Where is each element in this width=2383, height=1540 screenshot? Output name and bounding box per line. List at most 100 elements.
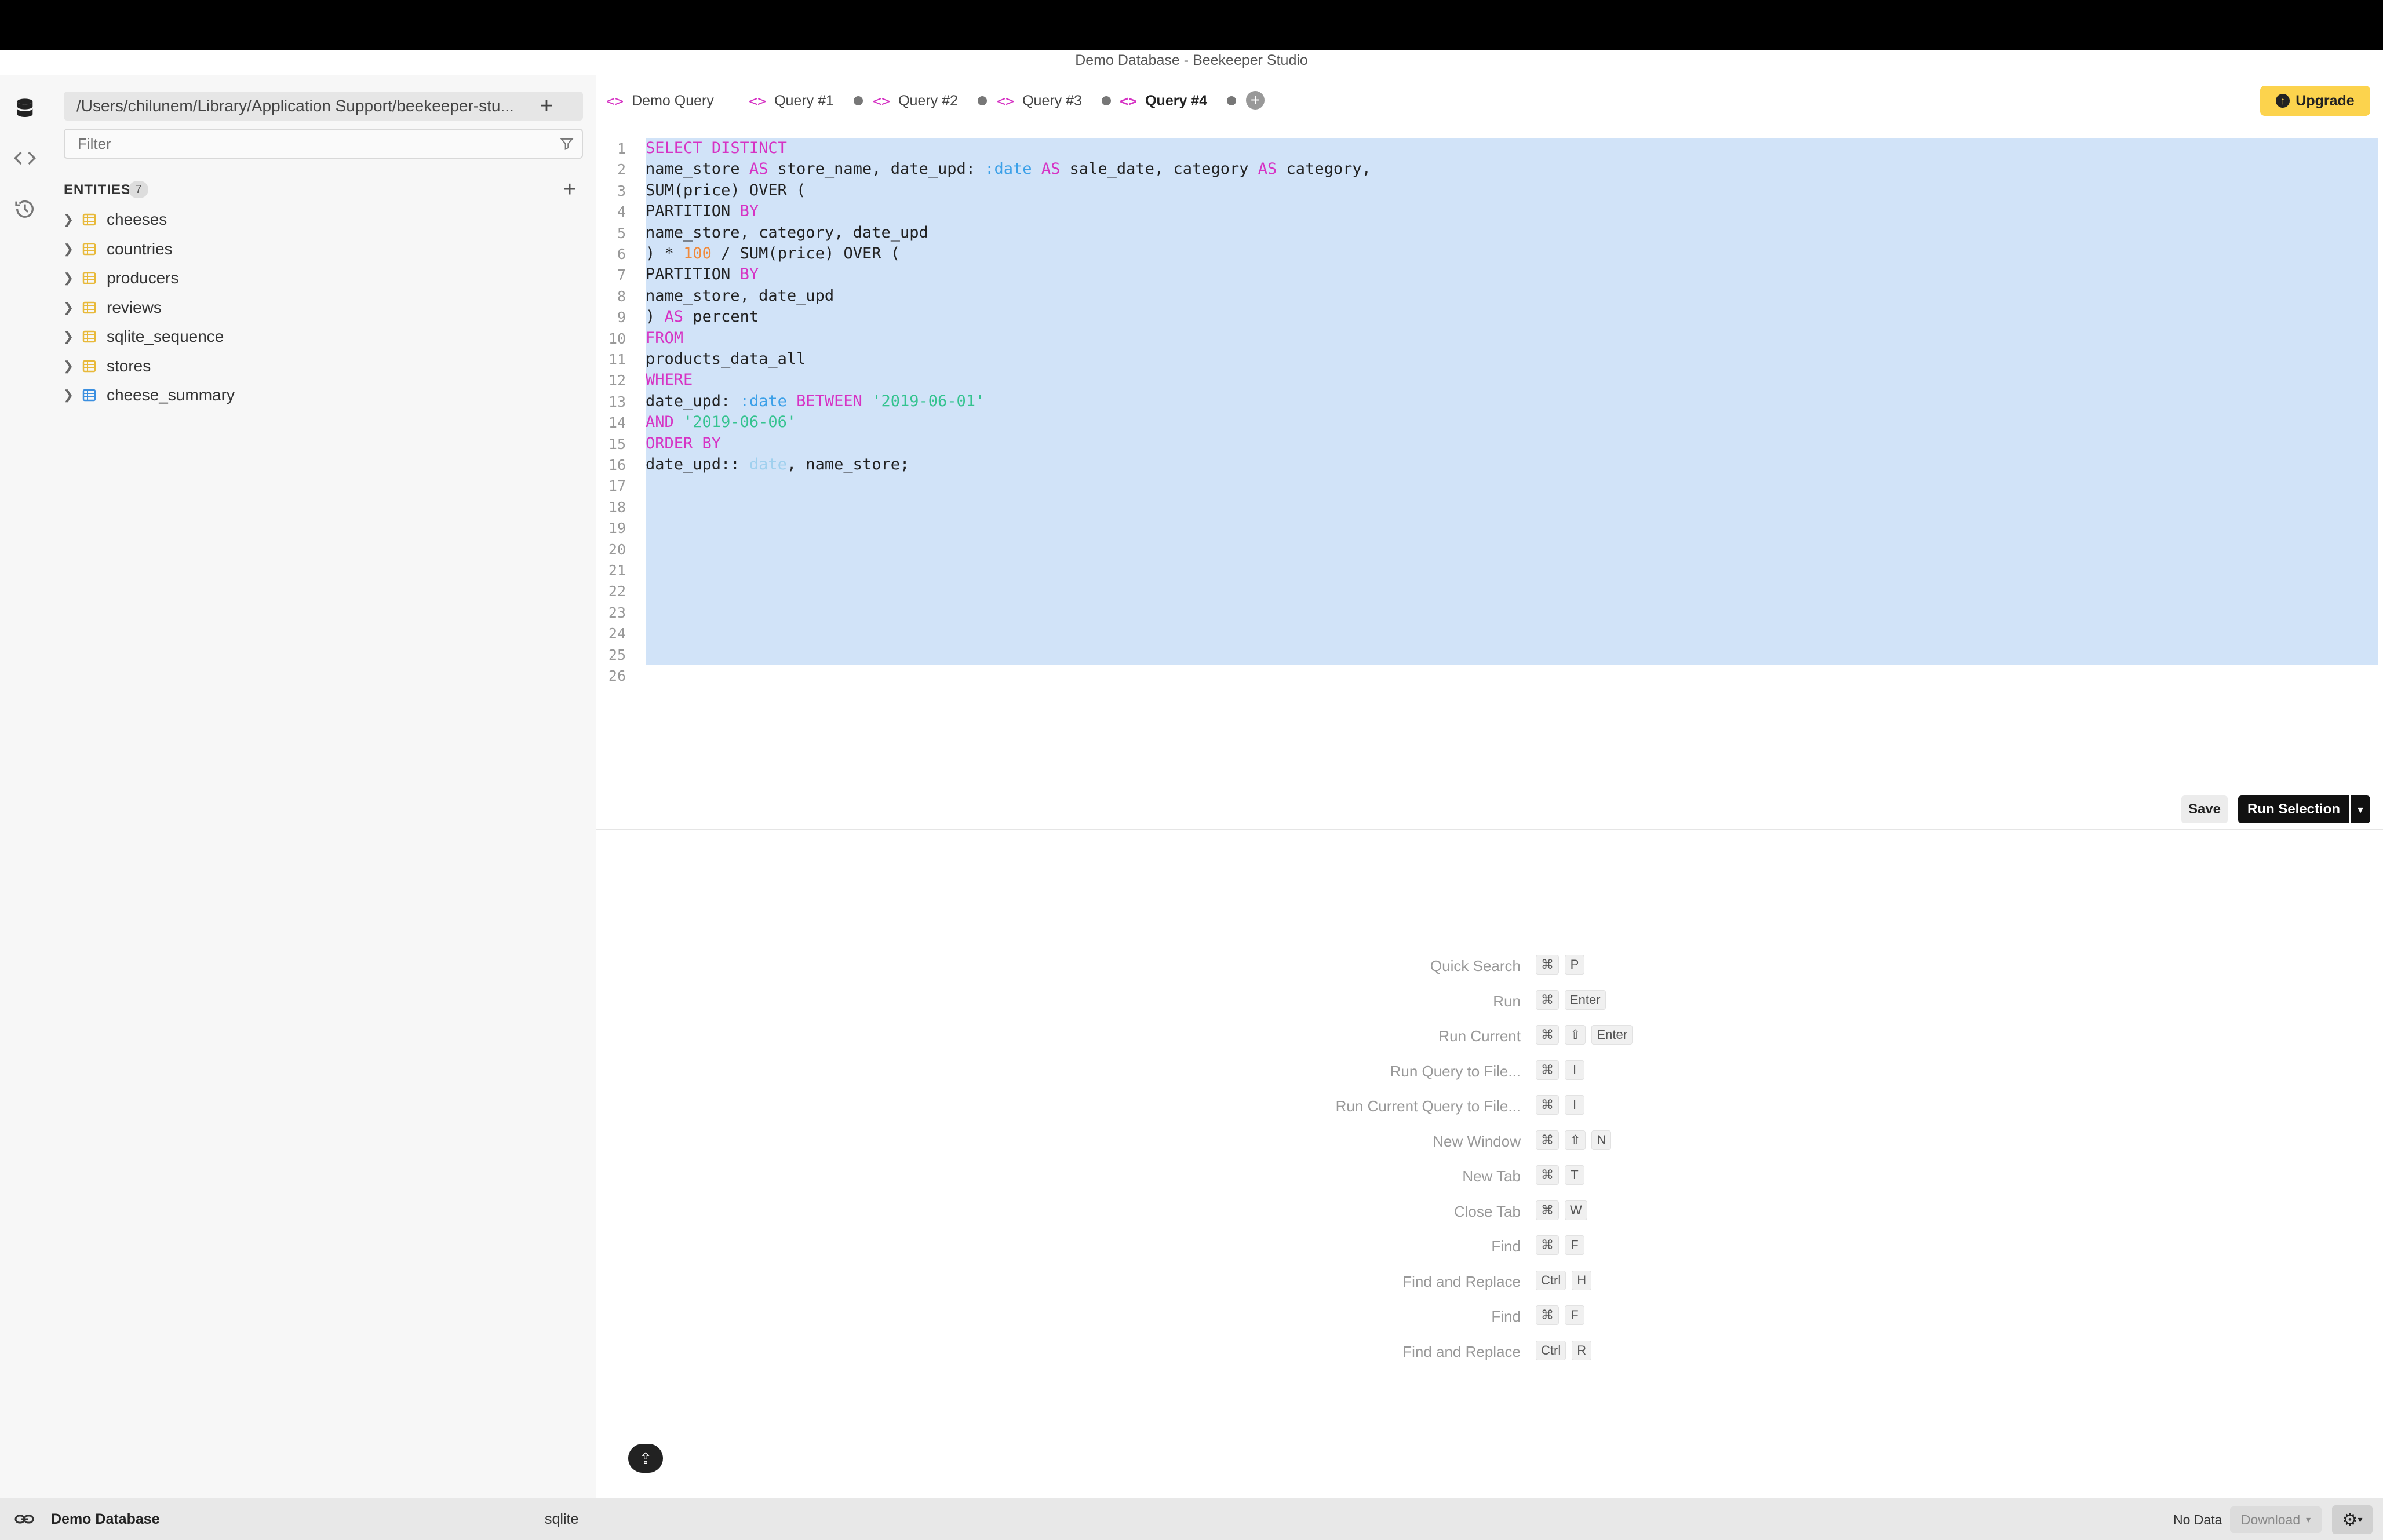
chevron-right-icon[interactable]: ❯ <box>58 242 79 257</box>
unsaved-dot-icon[interactable] <box>853 96 863 105</box>
line-number: 19 <box>608 520 626 537</box>
line-number: 18 <box>608 498 626 516</box>
entity-item-producers[interactable]: ❯ producers <box>58 264 179 293</box>
database-icon[interactable] <box>12 95 38 122</box>
code-line[interactable]: ) AS percent <box>646 308 759 326</box>
shortcut-label: Run <box>1493 992 1521 1010</box>
chevron-right-icon[interactable]: ❯ <box>58 388 79 403</box>
toggle-results-icon[interactable]: ⇪ <box>628 1444 663 1473</box>
keycap: Ctrl <box>1536 1340 1566 1360</box>
keycap: F <box>1565 1235 1584 1255</box>
keycap: ⌘ <box>1536 1200 1559 1220</box>
shortcut-keys: ⌘ P <box>1536 955 1584 975</box>
unsaved-dot-icon[interactable] <box>1227 96 1237 105</box>
unsaved-dot-icon[interactable] <box>1101 96 1111 105</box>
tab-label: Query #4 <box>1145 92 1208 109</box>
add-entity-icon[interactable]: + <box>563 177 576 202</box>
line-number: 4 <box>617 203 626 221</box>
unsaved-dot-icon[interactable] <box>977 96 987 105</box>
shortcut-keys: ⌘ F <box>1536 1305 1584 1325</box>
code-line[interactable]: date_upd: :date BETWEEN '2019-06-01' <box>646 392 985 410</box>
entity-item-cheeses[interactable]: ❯ cheeses <box>58 205 167 234</box>
entity-label: reviews <box>107 298 162 316</box>
result-status: No Data <box>2173 1512 2222 1527</box>
code-line[interactable]: products_data_all <box>646 350 806 368</box>
new-tab-icon[interactable]: + <box>1246 91 1265 110</box>
keycap: ⇧ <box>1565 1025 1586 1045</box>
shortcut-label: Run Current Query to File... <box>1335 1097 1521 1115</box>
entity-item-stores[interactable]: ❯ stores <box>58 352 151 381</box>
line-number: 24 <box>608 625 626 643</box>
shortcut-label: New Tab <box>1462 1167 1521 1185</box>
keycap: H <box>1572 1270 1592 1290</box>
code-line[interactable]: PARTITION BY <box>646 202 759 220</box>
chevron-right-icon[interactable]: ❯ <box>58 212 79 227</box>
line-number: 10 <box>608 330 626 347</box>
connection-name[interactable]: Demo Database <box>51 1511 160 1528</box>
filter-field[interactable] <box>64 129 583 159</box>
add-connection-icon[interactable]: + <box>532 92 561 121</box>
code-line[interactable]: ) * 100 / SUM(price) OVER ( <box>646 244 900 262</box>
tab-query-1[interactable]: <> Query #1 <box>749 86 863 116</box>
line-number: 3 <box>617 182 626 199</box>
tab-query-2[interactable]: <> Query #2 <box>873 86 987 116</box>
chevron-right-icon[interactable]: ❯ <box>58 271 79 286</box>
download-label: Download <box>2240 1512 2301 1527</box>
upgrade-button[interactable]: ↑ Upgrade <box>2260 86 2370 116</box>
os-menu-bar <box>0 0 2383 50</box>
code-line[interactable]: FROM <box>646 329 683 347</box>
panel-divider[interactable] <box>596 829 2383 830</box>
tab-query-4[interactable]: <> Query #4 <box>1120 86 1237 116</box>
shortcut-keys: ⌘ W <box>1536 1200 1587 1220</box>
code-line[interactable]: name_store AS store_name, date_upd: :dat… <box>646 160 1371 178</box>
code-line[interactable]: SUM(price) OVER ( <box>646 181 806 199</box>
keycap: R <box>1572 1340 1592 1360</box>
code-line[interactable]: AND '2019-06-06' <box>646 413 796 431</box>
shortcut-keys: ⌘ ⇧ Enter <box>1536 1025 1633 1045</box>
chevron-right-icon[interactable]: ❯ <box>58 359 79 374</box>
chevron-right-icon[interactable]: ❯ <box>58 300 79 315</box>
filter-input[interactable] <box>65 134 554 154</box>
shortcut-label: Run Current <box>1438 1027 1521 1045</box>
shortcut-keys: Ctrl H <box>1536 1270 1592 1290</box>
line-number: 22 <box>608 583 626 600</box>
code-line[interactable]: WHERE <box>646 371 693 389</box>
filter-icon[interactable] <box>559 136 575 152</box>
tab-label: Query #2 <box>898 92 958 109</box>
tab-query-0[interactable]: <> Demo Query <box>606 86 714 116</box>
run-options-dropdown[interactable]: ▾ <box>2351 795 2370 823</box>
view-icon <box>82 389 96 402</box>
shortcut-label: Find and Replace <box>1402 1342 1521 1360</box>
shortcut-label: Find <box>1491 1308 1521 1325</box>
download-button[interactable]: Download ▾ <box>2230 1506 2322 1533</box>
connection-link-icon[interactable] <box>14 1509 35 1530</box>
code-line[interactable]: date_upd:: date, name_store; <box>646 455 909 473</box>
code-line[interactable]: ORDER BY <box>646 435 721 452</box>
settings-gear-icon[interactable]: ⚙ ▾ <box>2332 1505 2373 1534</box>
entity-item-countries[interactable]: ❯ countries <box>58 235 173 264</box>
line-number: 26 <box>608 667 626 684</box>
connection-path[interactable]: /Users/chilunem/Library/Application Supp… <box>64 92 583 121</box>
run-selection-button[interactable]: Run Selection <box>2238 795 2349 823</box>
entity-item-cheese_summary[interactable]: ❯ cheese_summary <box>58 381 235 410</box>
shortcut-label: Find <box>1491 1238 1521 1255</box>
entity-item-reviews[interactable]: ❯ reviews <box>58 293 162 322</box>
code-icon: <> <box>606 92 624 110</box>
keycap: Enter <box>1591 1025 1633 1045</box>
line-number: 12 <box>608 372 626 389</box>
entity-item-sqlite_sequence[interactable]: ❯ sqlite_sequence <box>58 322 224 351</box>
code-line[interactable]: name_store, category, date_upd <box>646 224 928 242</box>
save-button[interactable]: Save <box>2181 795 2228 823</box>
code-line[interactable]: PARTITION BY <box>646 265 759 283</box>
tab-label: Query #1 <box>774 92 834 109</box>
line-number: 16 <box>608 457 626 473</box>
code-line[interactable]: name_store, date_upd <box>646 287 834 305</box>
line-number: 7 <box>617 267 626 284</box>
code-line[interactable]: SELECT DISTINCT <box>646 139 787 157</box>
tab-query-3[interactable]: <> Query #3 <box>997 86 1111 116</box>
line-number: 13 <box>608 393 626 410</box>
code-icon: <> <box>997 92 1015 110</box>
chevron-right-icon[interactable]: ❯ <box>58 329 79 344</box>
history-icon[interactable] <box>12 196 38 222</box>
code-icon[interactable] <box>12 145 38 171</box>
